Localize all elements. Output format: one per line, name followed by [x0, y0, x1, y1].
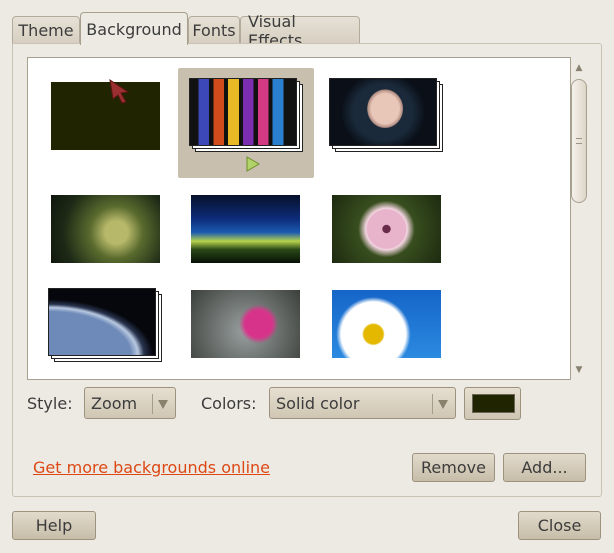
close-button[interactable]: Close — [518, 511, 601, 540]
scroll-thumb[interactable] — [571, 79, 587, 203]
gallery-item-white-daisy-blue-sky[interactable] — [318, 278, 454, 379]
slideshow-play-icon — [246, 156, 260, 172]
chevron-down-icon — [158, 400, 168, 409]
tab-theme[interactable]: Theme — [12, 16, 80, 44]
chevron-down-icon — [438, 400, 448, 409]
color-swatch — [472, 394, 515, 413]
tab-fonts[interactable]: Fonts — [188, 16, 240, 44]
gallery-item-solid-color[interactable] — [38, 68, 174, 178]
gallery-item-blue-light-rays[interactable] — [178, 183, 314, 293]
get-more-backgrounds-link[interactable]: Get more backgrounds online — [33, 458, 270, 477]
help-button[interactable]: Help — [12, 511, 96, 540]
gallery-item-colorful-slideshow[interactable] — [178, 68, 314, 178]
tab-visual-effects[interactable]: Visual Effects — [240, 12, 360, 50]
gallery-scrollbar[interactable]: ▲ ▼ — [571, 57, 587, 380]
background-gallery[interactable] — [27, 57, 571, 380]
style-dropdown-value: Zoom — [91, 393, 138, 413]
mouse-cursor-icon — [109, 78, 130, 104]
colors-label: Colors: — [201, 394, 257, 413]
scroll-down-arrow-icon[interactable]: ▼ — [574, 365, 584, 375]
color-picker-button[interactable] — [464, 387, 521, 420]
colors-dropdown-value: Solid color — [276, 393, 360, 413]
slideshow-thumbnail — [189, 78, 297, 146]
colors-dropdown[interactable]: Solid color — [269, 387, 456, 419]
gallery-item-tree-branches[interactable] — [38, 183, 174, 293]
style-dropdown[interactable]: Zoom — [84, 387, 176, 419]
gallery-item-planet-earth[interactable] — [38, 278, 174, 379]
style-label: Style: — [27, 394, 73, 413]
add-button[interactable]: Add... — [503, 453, 586, 482]
gallery-item-pink-daisy[interactable] — [318, 183, 454, 293]
grip-icon — [576, 138, 582, 144]
gallery-item-pink-flowers[interactable] — [178, 278, 314, 379]
scroll-up-arrow-icon[interactable]: ▲ — [574, 63, 584, 73]
tab-background[interactable]: Background — [80, 12, 188, 45]
remove-button[interactable]: Remove — [412, 453, 495, 482]
gallery-item-woman-portrait[interactable] — [318, 68, 454, 178]
tab-bar: Theme Background Fonts Visual Effects — [12, 12, 360, 50]
